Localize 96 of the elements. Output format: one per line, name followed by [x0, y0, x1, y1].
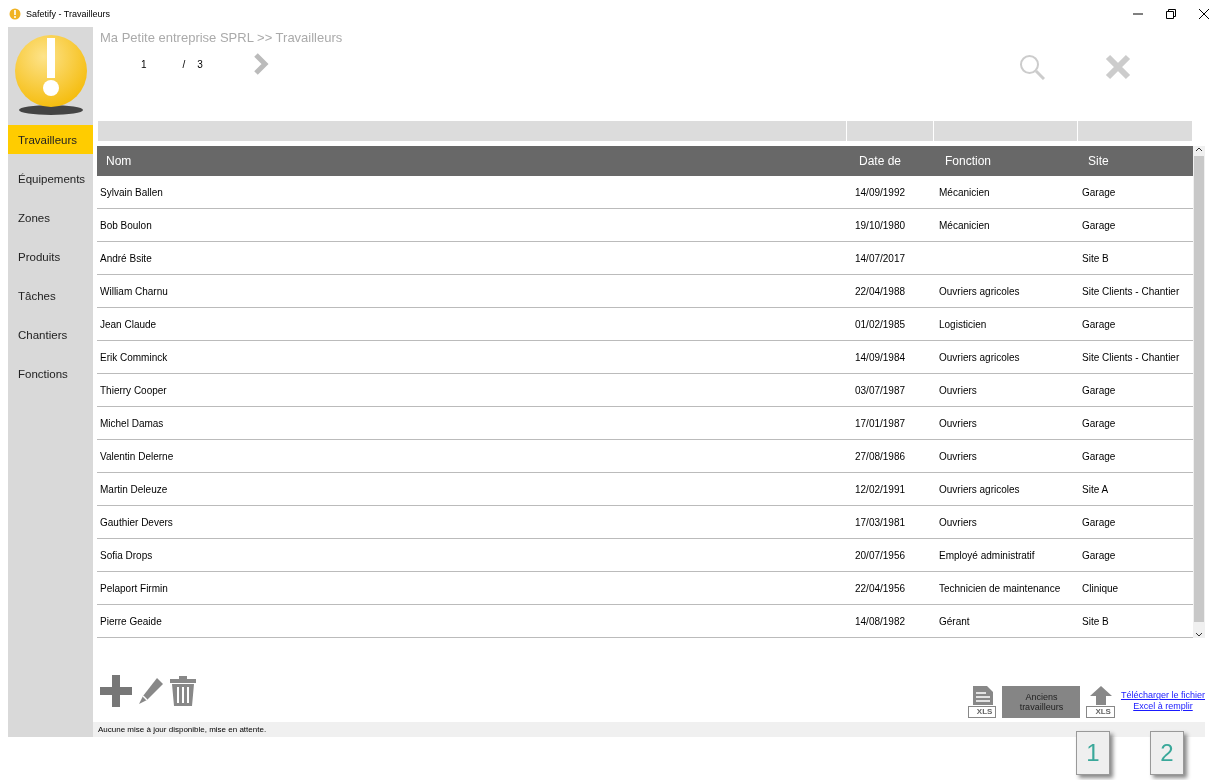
- table-cell: Valentin Delerne: [100, 450, 174, 462]
- filter-field[interactable]: [1078, 120, 1192, 142]
- table-cell: Site B: [1082, 252, 1109, 264]
- table-cell: Gauthier Devers: [100, 516, 173, 528]
- pencil-icon[interactable]: [137, 676, 165, 707]
- table-cell: Clinique: [1082, 582, 1119, 594]
- callout-number: 1: [1076, 731, 1110, 775]
- table-cell: Garage: [1082, 318, 1116, 330]
- filter-field[interactable]: [847, 120, 933, 142]
- column-header[interactable]: Nom: [97, 154, 850, 169]
- nav-item[interactable]: Zones: [8, 203, 93, 232]
- page-separator: /: [182, 58, 186, 70]
- table-cell: Pelaport Firmin: [100, 582, 168, 594]
- table-cell: Ouvriers agricoles: [939, 285, 1020, 297]
- column-header[interactable]: Fonction: [936, 154, 1079, 169]
- add-icon[interactable]: [99, 674, 133, 709]
- table-cell: Sofia Drops: [100, 549, 153, 561]
- table-cell: Garage: [1082, 186, 1116, 198]
- table-cell: Employé administratif: [939, 549, 1035, 561]
- table-cell: Michel Damas: [100, 417, 164, 429]
- table-cell: Site Clients - Chantier: [1082, 351, 1180, 363]
- close-icon[interactable]: [1199, 8, 1209, 19]
- table-cell: 19/10/1980: [855, 219, 906, 231]
- column-header[interactable]: Date de: [850, 154, 936, 169]
- nav-item[interactable]: Travailleurs: [8, 125, 93, 154]
- table-cell: Mécanicien: [939, 186, 990, 198]
- scroll-thumb[interactable]: [1194, 156, 1204, 623]
- table-cell: 20/07/1956: [855, 549, 906, 561]
- download-link[interactable]: Télécharger le fichier: [1120, 690, 1205, 701]
- table-cell: 01/02/1985: [855, 318, 906, 330]
- table-cell: Ouvriers: [939, 417, 977, 429]
- table-cell: Garage: [1082, 417, 1116, 429]
- table-cell: 17/03/1981: [855, 516, 906, 528]
- table-cell: Garage: [1082, 219, 1116, 231]
- table-cell: 17/01/1987: [855, 417, 906, 429]
- file-type-label: XLS: [1086, 706, 1115, 719]
- nav-item[interactable]: Chantiers: [8, 320, 93, 349]
- old-workers-button[interactable]: Anciens travailleurs: [1002, 686, 1081, 719]
- table-cell: Garage: [1082, 384, 1116, 396]
- app-logo-icon: [9, 7, 21, 20]
- table-cell: Garage: [1082, 450, 1116, 462]
- table-cell: Thierry Cooper: [100, 384, 167, 396]
- nav-item[interactable]: Fonctions: [8, 359, 93, 388]
- table-cell: 14/07/2017: [855, 252, 906, 264]
- scrollbar[interactable]: [1193, 146, 1205, 639]
- restore-icon[interactable]: [1166, 8, 1176, 19]
- table-cell: Ouvriers: [939, 384, 977, 396]
- status-text: Aucune mise à jour disponible, mise en attente.: [98, 725, 267, 735]
- table-cell: Site Clients - Chantier: [1082, 285, 1180, 297]
- table-cell: Erik Comminck: [100, 351, 168, 363]
- table-cell: Gérant: [939, 615, 970, 627]
- page-number: 1: [141, 58, 147, 70]
- table-cell: Martin Deleuze: [100, 483, 168, 495]
- callout-number: 2: [1150, 731, 1184, 775]
- table-cell: 27/08/1986: [855, 450, 906, 462]
- table-cell: Technicien de maintenance: [939, 582, 1061, 594]
- table-cell: 12/02/1991: [855, 483, 906, 495]
- table-cell: Ouvriers: [939, 450, 977, 462]
- table-cell: 14/09/1984: [855, 351, 906, 363]
- window-title: Safetify - Travailleurs: [26, 8, 111, 19]
- table-cell: 14/08/1982: [855, 615, 906, 627]
- table-cell: Ouvriers agricoles: [939, 483, 1020, 495]
- upload-icon[interactable]: [1088, 685, 1113, 706]
- nav-item[interactable]: Tâches: [8, 281, 93, 310]
- table-cell: Ouvriers agricoles: [939, 351, 1020, 363]
- table-cell: Site B: [1082, 615, 1109, 627]
- breadcrumb: Ma Petite entreprise SPRL >> Travailleurs: [100, 30, 344, 45]
- table-cell: Pierre Geaide: [100, 615, 162, 627]
- table-cell: Ouvriers: [939, 516, 977, 528]
- page-total: 3: [197, 58, 203, 70]
- spreadsheet-file-icon[interactable]: [971, 685, 994, 706]
- nav-item[interactable]: Produits: [8, 242, 93, 271]
- next-page-icon[interactable]: [252, 53, 269, 75]
- table-cell: Jean Claude: [100, 318, 157, 330]
- filter-field[interactable]: [934, 120, 1077, 142]
- table-cell: Logisticien: [939, 318, 987, 330]
- table-cell: Mécanicien: [939, 219, 990, 231]
- scroll-down-icon[interactable]: [1195, 632, 1203, 639]
- filter-field[interactable]: [98, 120, 846, 142]
- table-cell: William Charnu: [100, 285, 168, 297]
- download-link[interactable]: Excel à remplir: [1133, 701, 1193, 712]
- table-cell: 22/04/1988: [855, 285, 906, 297]
- table-cell: Site A: [1082, 483, 1109, 495]
- table-cell: Garage: [1082, 549, 1116, 561]
- table-cell: Sylvain Ballen: [100, 186, 163, 198]
- nav-item[interactable]: Équipements: [8, 164, 93, 193]
- table-cell: Garage: [1082, 516, 1116, 528]
- trash-icon[interactable]: [169, 675, 197, 708]
- column-header[interactable]: Site: [1079, 154, 1193, 169]
- table-cell: 22/04/1956: [855, 582, 906, 594]
- scroll-up-icon[interactable]: [1195, 146, 1203, 153]
- table-cell: 03/07/1987: [855, 384, 906, 396]
- file-type-label: XLS: [967, 706, 997, 719]
- table-cell: 14/09/1992: [855, 186, 906, 198]
- table-cell: Bob Boulon: [100, 219, 152, 231]
- table-cell: André Bsite: [100, 252, 152, 264]
